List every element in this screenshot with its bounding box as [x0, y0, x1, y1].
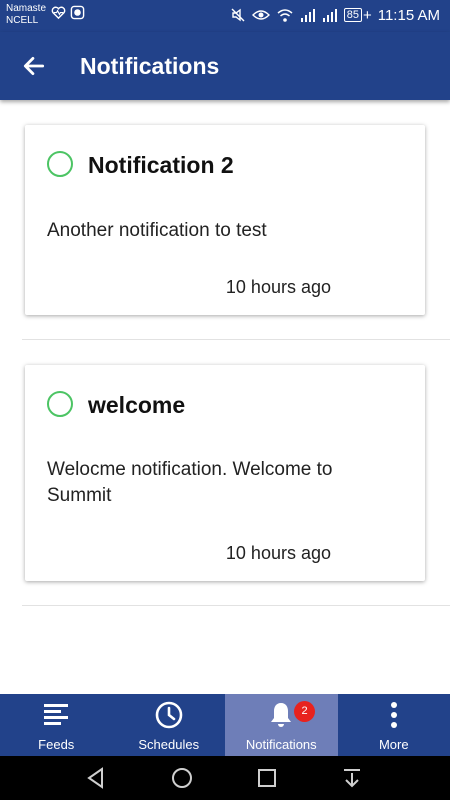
list-icon [44, 704, 69, 725]
chat-icon [70, 5, 85, 20]
heart-monitor-icon [51, 6, 66, 20]
status-bar: Namaste NCELL 85 + 11:15 AM [0, 0, 450, 32]
clock-time: 11:15 AM [377, 6, 440, 24]
nav-label-schedules: Schedules [138, 737, 200, 752]
battery-level: 85 [346, 9, 359, 21]
mute-icon [231, 8, 245, 22]
notification-card[interactable]: welcome Welocme notification. Welcome to… [25, 365, 425, 581]
recents-icon[interactable] [253, 764, 281, 792]
notification-title: Notification 2 [88, 152, 234, 178]
back-icon[interactable] [82, 764, 110, 792]
divider [22, 339, 450, 340]
system-navigation-bar [0, 756, 450, 800]
notification-body: Another notification to test [47, 220, 267, 241]
carrier-name: Namaste NCELL [6, 3, 46, 27]
nav-label-more: More [378, 737, 409, 752]
signal-icon [322, 9, 337, 22]
divider [22, 605, 450, 606]
battery-icon: 85 [343, 8, 362, 22]
app-bar: Notifications [0, 32, 450, 100]
home-icon[interactable] [168, 764, 196, 792]
arrow-left-icon [23, 57, 45, 75]
nav-item-schedules[interactable]: Schedules [113, 694, 226, 756]
notification-card[interactable]: Notification 2 Another notification to t… [25, 125, 425, 315]
clock-icon [155, 701, 183, 729]
notification-time: 10 hours ago [225, 277, 331, 297]
notification-body: Welocme notification. Welcome to Summit [47, 459, 333, 506]
notification-pull-icon[interactable] [338, 764, 366, 792]
signal-icon [300, 9, 315, 22]
eye-icon [251, 10, 270, 20]
more-vertical-icon [390, 702, 397, 728]
nav-item-notifications[interactable]: 2 Notifications [225, 694, 338, 756]
nav-label-feeds: Feeds [38, 737, 75, 752]
unread-radio-icon[interactable] [47, 391, 73, 417]
carrier-line-1: Namaste [6, 3, 47, 14]
nav-item-more[interactable]: More [338, 694, 450, 756]
back-button[interactable] [14, 46, 54, 86]
page-title: Notifications [80, 53, 220, 79]
nav-item-feeds[interactable]: Feeds [0, 694, 113, 756]
unread-radio-icon[interactable] [47, 151, 73, 177]
notification-title: welcome [88, 392, 186, 418]
carrier-line-2: NCELL [6, 15, 39, 26]
nav-label-notifications: Notifications [245, 737, 317, 752]
charging-indicator: + [362, 6, 372, 24]
notification-time: 10 hours ago [225, 543, 331, 563]
bottom-navigation: Feeds Schedules 2 Notifications More [0, 694, 450, 756]
notification-count-badge: 2 [294, 701, 315, 722]
bell-icon [271, 703, 292, 727]
wifi-icon [277, 9, 293, 22]
